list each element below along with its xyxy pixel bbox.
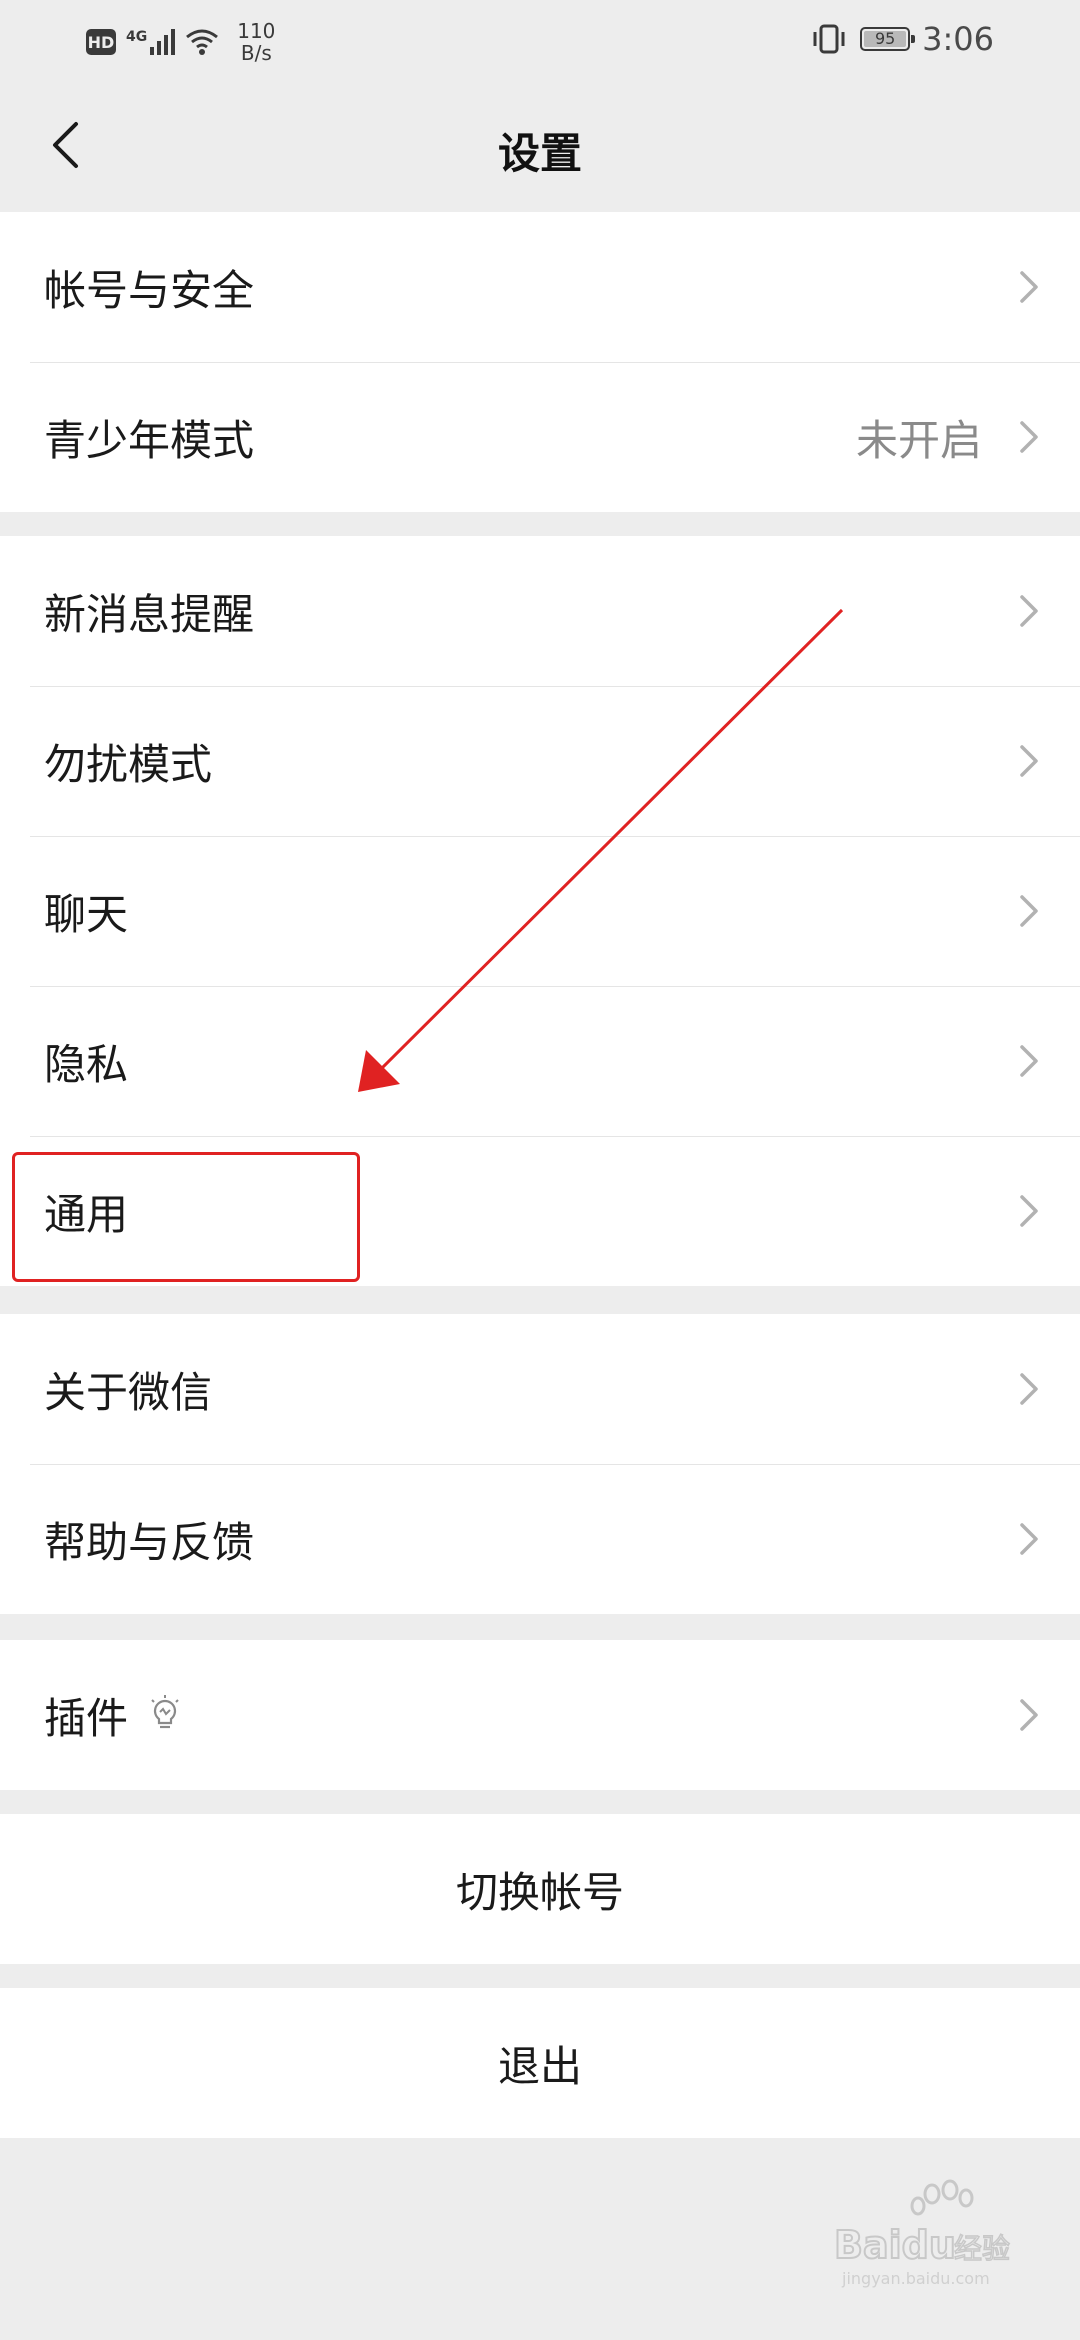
clock: 3:06: [922, 20, 994, 58]
battery-icon: 95: [860, 27, 916, 51]
setting-item-about-wechat[interactable]: 关于微信: [0, 1314, 1080, 1464]
item-label: 隐私: [44, 1039, 129, 1089]
item-label: 插件: [44, 1693, 129, 1743]
lightbulb-icon: [151, 1695, 179, 1729]
settings-group-messages: 新消息提醒 勿扰模式 聊天 隐私 通用: [0, 536, 1080, 1286]
setting-item-account-security[interactable]: 帐号与安全: [0, 212, 1080, 362]
logout-group: 退出: [0, 1988, 1080, 2138]
chevron-right-icon: [1020, 1195, 1038, 1227]
signal-icon: 4G: [126, 29, 176, 55]
page-title: 设置: [497, 129, 582, 178]
vibrate-icon: [813, 24, 845, 54]
settings-group-account: 帐号与安全 青少年模式 未开启: [0, 212, 1080, 512]
network-speed: 110 B/s: [237, 19, 276, 65]
chevron-right-icon: [1020, 895, 1038, 927]
item-label: 帮助与反馈: [44, 1517, 255, 1567]
settings-group-plugins: 插件: [0, 1640, 1080, 1790]
chevron-right-icon: [1020, 1045, 1038, 1077]
chevron-right-icon: [1020, 271, 1038, 303]
item-label: 帐号与安全: [44, 265, 255, 315]
watermark-cn: 经验: [954, 2232, 1010, 2265]
baidu-paw-logo-icon: Baidu 经验 jingyan.baidu.com: [833, 2179, 1011, 2288]
chevron-right-icon: [1020, 1523, 1038, 1555]
hd-icon: HD: [86, 29, 116, 55]
watermark-url: jingyan.baidu.com: [841, 2269, 990, 2288]
nav-bar: 设置: [0, 80, 1080, 210]
setting-item-privacy[interactable]: 隐私: [0, 986, 1080, 1136]
setting-item-plugins[interactable]: 插件: [0, 1640, 1080, 1790]
logout-label: 退出: [497, 2041, 582, 2091]
item-label: 青少年模式: [44, 415, 255, 465]
setting-item-new-message-alerts[interactable]: 新消息提醒: [0, 536, 1080, 686]
settings-group-about: 关于微信 帮助与反馈: [0, 1314, 1080, 1614]
baidu-jingyan-watermark: Baidu 经验 jingyan.baidu.com: [833, 2172, 1024, 2292]
youth-mode-status: 未开启: [855, 415, 982, 465]
wifi-icon: [186, 29, 219, 55]
item-label: 关于微信: [44, 1367, 213, 1417]
item-label: 新消息提醒: [44, 589, 255, 639]
setting-item-general[interactable]: 通用: [0, 1136, 1080, 1286]
chevron-right-icon: [1020, 745, 1038, 777]
item-label: 通用: [44, 1189, 129, 1239]
watermark-brand: Baidu: [834, 2223, 956, 2267]
chevron-right-icon: [1020, 595, 1038, 627]
logout-button[interactable]: 退出: [0, 1988, 1080, 2138]
setting-item-chat[interactable]: 聊天: [0, 836, 1080, 986]
item-label: 勿扰模式: [44, 739, 213, 789]
switch-account-button[interactable]: 切换帐号: [0, 1814, 1080, 1964]
setting-item-do-not-disturb[interactable]: 勿扰模式: [0, 686, 1080, 836]
chevron-right-icon: [1020, 421, 1038, 453]
setting-item-help-feedback[interactable]: 帮助与反馈: [0, 1464, 1080, 1614]
chevron-right-icon: [1020, 1373, 1038, 1405]
item-label: 聊天: [44, 889, 129, 939]
status-bar: HD 4G 110 B/s 95 3:06: [0, 0, 1080, 80]
setting-item-youth-mode[interactable]: 青少年模式 未开启: [0, 362, 1080, 512]
switch-account-label: 切换帐号: [455, 1867, 624, 1917]
chevron-right-icon: [1020, 1699, 1038, 1731]
switch-account-group: 切换帐号: [0, 1814, 1080, 1964]
